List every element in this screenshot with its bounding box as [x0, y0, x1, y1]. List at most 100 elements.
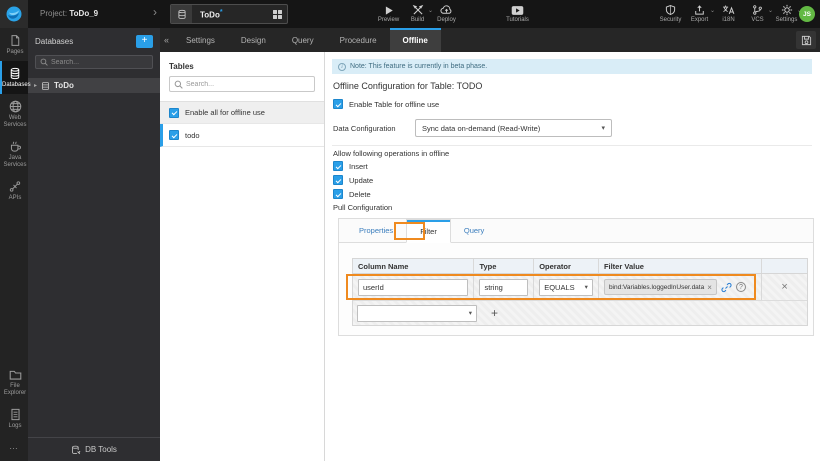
sidebar-item-databases[interactable]: Databases — [0, 61, 31, 94]
sidebar-item-pages[interactable]: Pages — [0, 28, 28, 61]
select-caret-icon: ▾ — [601, 125, 605, 132]
db-tools-button[interactable]: DB Tools — [28, 437, 160, 461]
run-actions: Preview Build ⌄ Deploy — [374, 3, 461, 23]
table-row-todo[interactable]: todo — [160, 124, 324, 147]
entity-tab-label: ToDo* — [192, 9, 267, 20]
data-configuration-select[interactable]: Sync data on-demand (Read-Write) ▾ — [415, 119, 612, 137]
column-name-input[interactable] — [358, 278, 469, 296]
sidebar-item-apis[interactable]: APIs — [0, 174, 28, 207]
data-configuration-value: Sync data on-demand (Read-Write) — [422, 123, 541, 133]
save-button[interactable] — [796, 31, 816, 49]
save-floppy-icon — [801, 35, 811, 45]
enable-table-row[interactable]: Enable Table for offline use — [333, 99, 439, 109]
tables-search-input[interactable] — [186, 80, 310, 88]
top-bar: Project: ToDo_9 › ToDo* Preview Build ⌄ … — [0, 0, 820, 28]
i18n-language-icon — [722, 3, 735, 16]
help-icon[interactable]: ? — [735, 282, 746, 292]
modified-indicator: * — [219, 8, 223, 16]
todo-table-checkbox[interactable] — [169, 130, 179, 140]
tables-search — [169, 76, 315, 92]
export-icon — [694, 3, 705, 16]
user-avatar[interactable]: JS — [799, 6, 815, 22]
entity-tab-todo[interactable]: ToDo* — [170, 4, 288, 24]
tab-query[interactable]: Query — [279, 28, 327, 52]
select-caret-icon: ▾ — [468, 310, 472, 317]
vcs-label: VCS — [751, 17, 764, 23]
delete-checkbox[interactable] — [333, 189, 343, 199]
pull-config-tab-body: Column Name Type Operator Filter Value u… — [339, 243, 813, 335]
sidebar-item-logs[interactable]: Logs — [0, 402, 28, 435]
chip-remove-icon[interactable]: × — [707, 283, 712, 292]
section-divider — [332, 145, 812, 146]
remove-row-icon[interactable]: × — [781, 281, 787, 293]
add-database-button[interactable]: + — [136, 35, 153, 48]
database-tree-item-todo[interactable]: ▸ ToDo — [28, 78, 160, 93]
database-icon — [42, 81, 50, 90]
pull-tab-properties[interactable]: Properties — [346, 219, 406, 242]
sidebar-item-web-services[interactable]: Web Services — [0, 94, 28, 134]
bind-expression-chip: bind:Variables.loggedInUser.data × — [603, 279, 717, 295]
sidebar-more-icon[interactable]: … — [0, 435, 28, 461]
tab-procedure[interactable]: Procedure — [327, 28, 390, 52]
databases-panel: Databases + ▸ ToDo DB Tools — [28, 28, 160, 461]
update-label: Update — [349, 175, 374, 185]
operation-update-row[interactable]: Update — [333, 175, 373, 185]
app-logo[interactable] — [0, 0, 28, 28]
tutorials-button[interactable]: Tutorials — [503, 3, 532, 23]
tab-offline[interactable]: Offline — [389, 28, 441, 52]
type-input[interactable] — [479, 278, 529, 296]
security-button[interactable]: Security — [656, 3, 685, 23]
enable-all-offline-row[interactable]: Enable all for offline use — [160, 101, 324, 124]
filter-criteria-table: Column Name Type Operator Filter Value u… — [352, 258, 808, 326]
add-filter-row: ▾ + — [353, 301, 807, 325]
pull-tab-query[interactable]: Query — [451, 219, 497, 242]
play-icon — [384, 3, 394, 16]
enable-all-checkbox[interactable] — [169, 107, 179, 118]
settings-label: Settings — [775, 17, 798, 23]
operation-insert-row[interactable]: Insert — [333, 161, 368, 171]
collapse-panel-icon[interactable]: « — [160, 28, 173, 52]
help-actions: Tutorials — [503, 3, 532, 23]
sidebar-item-java-services[interactable]: Java Services — [0, 134, 28, 174]
enable-table-checkbox[interactable] — [333, 99, 343, 109]
video-tutorials-icon — [511, 3, 524, 16]
tab-design[interactable]: Design — [228, 28, 279, 52]
vcs-button[interactable]: VCS ⌄ — [743, 3, 773, 23]
left-icon-sidebar: Pages Databases Web Services Java Servic… — [0, 28, 31, 461]
pull-configuration-panel: Properties Filter Query Column Name Type… — [338, 218, 814, 336]
sidebar-item-file-explorer[interactable]: File Explorer — [0, 363, 28, 402]
database-search-input[interactable] — [51, 58, 148, 66]
dashboard-grid-icon[interactable] — [267, 9, 287, 19]
update-checkbox[interactable] — [333, 175, 343, 185]
operation-delete-row[interactable]: Delete — [333, 189, 371, 199]
todo-table-label: todo — [185, 130, 200, 140]
add-row-icon[interactable]: + — [491, 306, 498, 320]
pull-configuration-title: Pull Configuration — [333, 203, 393, 212]
settings-button[interactable]: Settings ⌄ — [772, 3, 802, 23]
header-actions — [762, 259, 807, 273]
file-explorer-label: File Explorer — [3, 383, 27, 396]
export-button[interactable]: Export ⌄ — [685, 3, 715, 23]
operator-select[interactable]: EQUALS ▾ — [539, 278, 593, 296]
pull-config-tabs: Properties Filter Query — [339, 219, 813, 243]
databases-panel-header: Databases + — [28, 28, 160, 53]
bind-link-icon[interactable] — [721, 282, 732, 293]
branch-icon — [752, 3, 763, 16]
db-tools-icon — [72, 445, 81, 454]
pull-tab-filter[interactable]: Filter — [406, 219, 451, 243]
preview-button[interactable]: Preview — [374, 3, 403, 23]
tree-expand-icon[interactable]: ▸ — [34, 82, 37, 89]
databases-panel-title: Databases — [35, 37, 74, 46]
insert-checkbox[interactable] — [333, 161, 343, 171]
project-breadcrumb: Project: ToDo_9 — [40, 0, 98, 28]
project-name: ToDo_9 — [69, 9, 99, 18]
search-icon — [40, 58, 48, 66]
tab-settings[interactable]: Settings — [173, 28, 228, 52]
i18n-button[interactable]: i18N — [714, 3, 743, 23]
beta-note-text: Note: This feature is currently in beta … — [350, 63, 488, 70]
deploy-button[interactable]: Deploy — [432, 3, 461, 23]
page-icon — [11, 35, 20, 46]
new-column-select[interactable]: ▾ — [357, 304, 477, 322]
java-services-label: Java Services — [3, 155, 27, 168]
build-button[interactable]: Build ⌄ — [403, 3, 433, 23]
